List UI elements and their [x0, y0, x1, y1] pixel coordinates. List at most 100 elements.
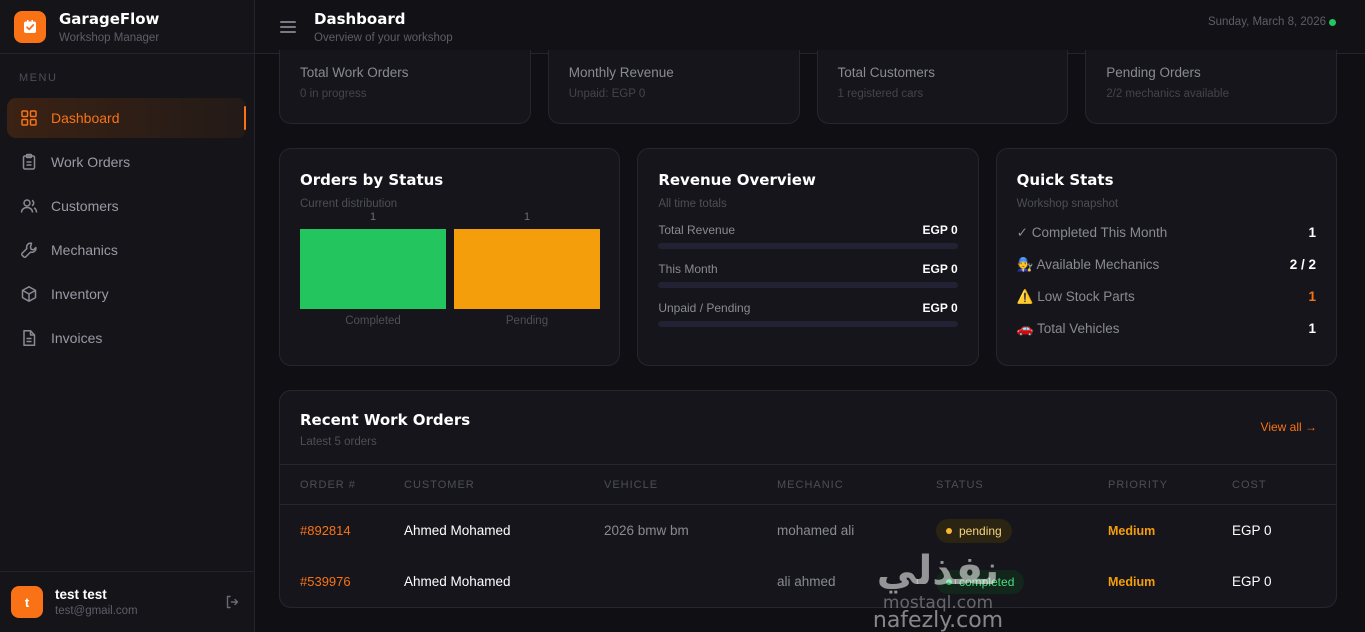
online-status-icon [1329, 19, 1336, 26]
card-title: Revenue Overview [658, 171, 816, 189]
sidebar-item-mechanics[interactable]: Mechanics [7, 230, 246, 270]
stat-label: Total Customers [837, 65, 936, 80]
current-date: Sunday, March 8, 2026 [1207, 16, 1326, 28]
quick-stat-mechanics: 🧑‍🔧 Available Mechanics 2 / 2 [1017, 255, 1316, 274]
customer-cell: Ahmed Mohamed [404, 523, 511, 538]
grid-icon [20, 109, 38, 127]
quick-stat-value: 2 / 2 [1289, 257, 1316, 272]
overview-cards: Orders by Status Current distribution 1C… [279, 148, 1337, 366]
brand-title: GarageFlow [59, 9, 160, 28]
status-cell: pending [936, 518, 1108, 543]
stat-card-pending-orders[interactable]: Pending Orders 2/2 mechanics available [1085, 50, 1337, 124]
revenue-item-month: This Month EGP 0 [658, 262, 958, 288]
page-subtitle: Overview of your workshop [314, 31, 453, 44]
quick-stat-value: 1 [1308, 225, 1316, 240]
order-id-link[interactable]: #539976 [280, 574, 404, 589]
garage-logo-icon [14, 10, 46, 43]
bar-value-label: 1 [523, 211, 531, 223]
column-header[interactable]: VEHICLE [604, 479, 777, 491]
sidebar-item-invoices[interactable]: Invoices [7, 318, 246, 358]
stat-card-total-customers[interactable]: Total Customers 1 registered cars [816, 50, 1069, 124]
quick-stat-label: ⚠️ Low Stock Parts [1016, 289, 1135, 304]
status-cell: completed [936, 569, 1108, 594]
column-header[interactable]: PRIORITY [1108, 479, 1232, 491]
bar-category-label: Pending [505, 315, 549, 327]
revenue-value: EGP 0 [922, 223, 958, 237]
column-header[interactable]: STATUS [936, 479, 1108, 491]
box-icon [20, 285, 38, 303]
status-badge: completed [936, 569, 1025, 594]
status-bar-pending[interactable] [454, 229, 600, 309]
status-dot-icon [946, 527, 952, 534]
revenue-label: This Month [658, 262, 718, 276]
revenue-value: EGP 0 [922, 301, 958, 315]
status-badge: pending [936, 518, 1012, 543]
watermark-nafezly-text: nafezly.com [873, 608, 1003, 632]
table-row[interactable]: #539976 Ahmed Mohamed ali ahmed complete… [280, 556, 1336, 607]
menu-label: MENU [19, 72, 58, 84]
sidebar-item-work-orders[interactable]: Work Orders [7, 142, 246, 182]
column-header[interactable]: MECHANIC [777, 479, 936, 491]
top-bar: Dashboard Overview of your workshop Sund… [255, 0, 1365, 54]
stat-sub: 2/2 mechanics available [1106, 88, 1229, 100]
brand-subtitle: Workshop Manager [59, 31, 160, 44]
revenue-label: Unpaid / Pending [658, 301, 751, 315]
bar-value-label: 1 [369, 211, 377, 223]
recent-work-orders-card: Recent Work Orders Latest 5 orders View … [279, 390, 1337, 608]
card-title: Recent Work Orders [300, 411, 471, 429]
status-dot-icon [946, 578, 952, 585]
mechanic-cell: ali ahmed [777, 574, 836, 589]
revenue-item-unpaid: Unpaid / Pending EGP 0 [658, 301, 958, 327]
logout-icon[interactable] [224, 594, 240, 610]
sidebar-item-label: Customers [51, 198, 119, 214]
customer-cell: Ahmed Mohamed [404, 574, 511, 589]
card-subtitle: Latest 5 orders [300, 436, 377, 448]
order-id-link[interactable]: #892814 [280, 523, 404, 538]
stat-card-total-work-orders[interactable]: Total Work Orders 0 in progress [279, 50, 531, 124]
column-header[interactable]: CUSTOMER [404, 479, 604, 491]
stat-card-monthly-revenue[interactable]: Monthly Revenue Unpaid: EGP 0 [547, 50, 800, 124]
main-area: Dashboard Overview of your workshop Sund… [255, 0, 1365, 632]
sidebar-item-label: Inventory [51, 286, 109, 302]
revenue-progress-bar [658, 321, 958, 327]
table-row[interactable]: #892814 Ahmed Mohamed 2026 bmw bm mohame… [280, 505, 1336, 556]
revenue-overview-card: Revenue Overview All time totals Total R… [637, 148, 979, 366]
revenue-item-total: Total Revenue EGP 0 [658, 223, 958, 249]
quick-stat-low-stock: ⚠️ Low Stock Parts 1 [1017, 287, 1316, 306]
revenue-progress-bar [658, 243, 958, 249]
document-icon [20, 329, 38, 347]
sidebar-item-customers[interactable]: Customers [7, 186, 246, 226]
quick-stat-label: ✓ Completed This Month [1016, 225, 1168, 240]
menu-toggle-icon[interactable] [280, 20, 296, 33]
sidebar-item-label: Invoices [51, 330, 103, 346]
brand[interactable]: GarageFlow Workshop Manager [0, 0, 254, 54]
stat-cards: Total Work Orders 0 in progress Monthly … [279, 50, 1337, 124]
sidebar-item-label: Mechanics [51, 242, 118, 258]
stat-label: Total Work Orders [300, 65, 409, 80]
column-header[interactable]: COST [1232, 479, 1332, 491]
clipboard-icon [20, 153, 38, 171]
dashboard-content: Total Work Orders 0 in progress Monthly … [279, 50, 1337, 608]
stat-sub: 1 registered cars [837, 88, 924, 100]
vehicle-cell: 2026 bmw bm [604, 523, 689, 538]
quick-stat-vehicles: 🚗 Total Vehicles 1 [1017, 319, 1316, 338]
sidebar-item-inventory[interactable]: Inventory [7, 274, 246, 314]
sidebar-item-dashboard[interactable]: Dashboard [7, 98, 246, 138]
revenue-value: EGP 0 [922, 262, 958, 276]
user-profile[interactable]: t test test test@gmail.com [0, 571, 254, 632]
priority-cell: Medium [1108, 523, 1156, 538]
status-bar-chart: 1 Completed 1 Pending [300, 205, 600, 335]
users-icon [20, 197, 38, 215]
sidebar-item-label: Dashboard [51, 110, 120, 126]
status-bar-completed[interactable] [300, 229, 446, 309]
sidebar: GarageFlow Workshop Manager MENU Dashboa… [0, 0, 255, 632]
card-subtitle: All time totals [658, 198, 727, 210]
stat-sub: Unpaid: EGP 0 [568, 88, 646, 100]
column-header[interactable]: ORDER # [280, 479, 404, 491]
orders-by-status-card: Orders by Status Current distribution 1C… [279, 148, 621, 366]
quick-stat-value: 1 [1308, 321, 1316, 336]
bar-category-label: Completed [345, 315, 401, 327]
user-email: test@gmail.com [55, 605, 138, 617]
status-text: pending [959, 523, 1002, 538]
view-all-link[interactable]: View all → [1261, 420, 1317, 434]
